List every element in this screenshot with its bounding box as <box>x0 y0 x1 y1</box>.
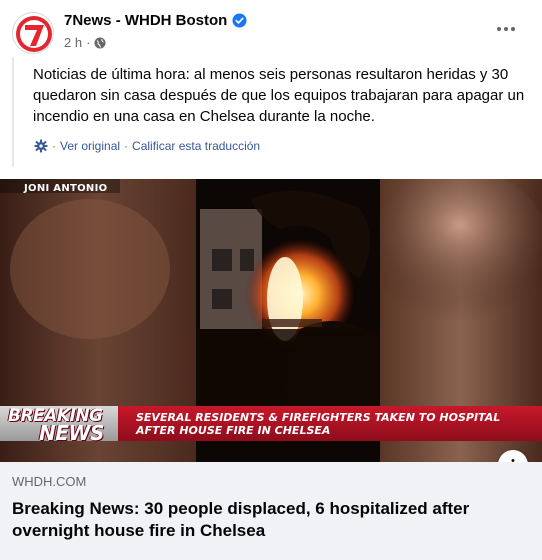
more-options-button[interactable] <box>488 14 524 44</box>
meta-separator: · <box>86 35 91 50</box>
link-preview[interactable]: WHDH.COM Breaking News: 30 people displa… <box>0 462 542 560</box>
link-separator: · <box>52 139 56 153</box>
translation-block: Noticias de última hora: al menos seis p… <box>12 58 530 166</box>
page-avatar[interactable] <box>12 12 54 54</box>
post-header: 7News - WHDH Boston 2 h · <box>0 0 542 58</box>
more-dot-icon <box>511 27 515 31</box>
gear-icon[interactable] <box>34 139 48 153</box>
7news-logo-icon <box>16 16 52 52</box>
ticker-headline-line2: AFTER HOUSE FIRE IN CHELSEA <box>136 424 331 437</box>
video-credit-label: JONI ANTONIO <box>24 183 108 194</box>
link-title[interactable]: Breaking News: 30 people displaced, 6 ho… <box>12 498 512 542</box>
link-domain: WHDH.COM <box>12 474 87 489</box>
link-separator: · <box>124 139 129 153</box>
news-image[interactable]: JONI ANTONIO BREAKING NEWS SEVERAL RESID… <box>0 179 542 462</box>
verified-badge-icon <box>232 13 247 28</box>
breaking-news-badge: BREAKING NEWS <box>0 406 118 445</box>
see-original-link[interactable]: Ver original <box>60 139 120 153</box>
post-meta: 2 h · <box>64 35 106 50</box>
more-dot-icon <box>504 27 508 31</box>
translated-post-text: Noticias de última hora: al menos seis p… <box>33 66 525 125</box>
more-dot-icon <box>497 27 501 31</box>
news-word: NEWS <box>39 421 104 445</box>
rate-translation-link[interactable]: Calificar esta traducción <box>132 139 260 153</box>
breaking-news-ticker: BREAKING NEWS SEVERAL RESIDENTS & FIREFI… <box>0 406 542 445</box>
post-time[interactable]: 2 h <box>64 35 82 50</box>
translation-links: · Ver original · Calificar esta traducci… <box>34 139 260 153</box>
page-name[interactable]: 7News - WHDH Boston <box>64 12 247 29</box>
globe-icon <box>94 37 106 48</box>
ticker-headline-line1: SEVERAL RESIDENTS & FIREFIGHTERS TAKEN T… <box>136 411 501 424</box>
page-name-text[interactable]: 7News - WHDH Boston <box>64 12 227 29</box>
